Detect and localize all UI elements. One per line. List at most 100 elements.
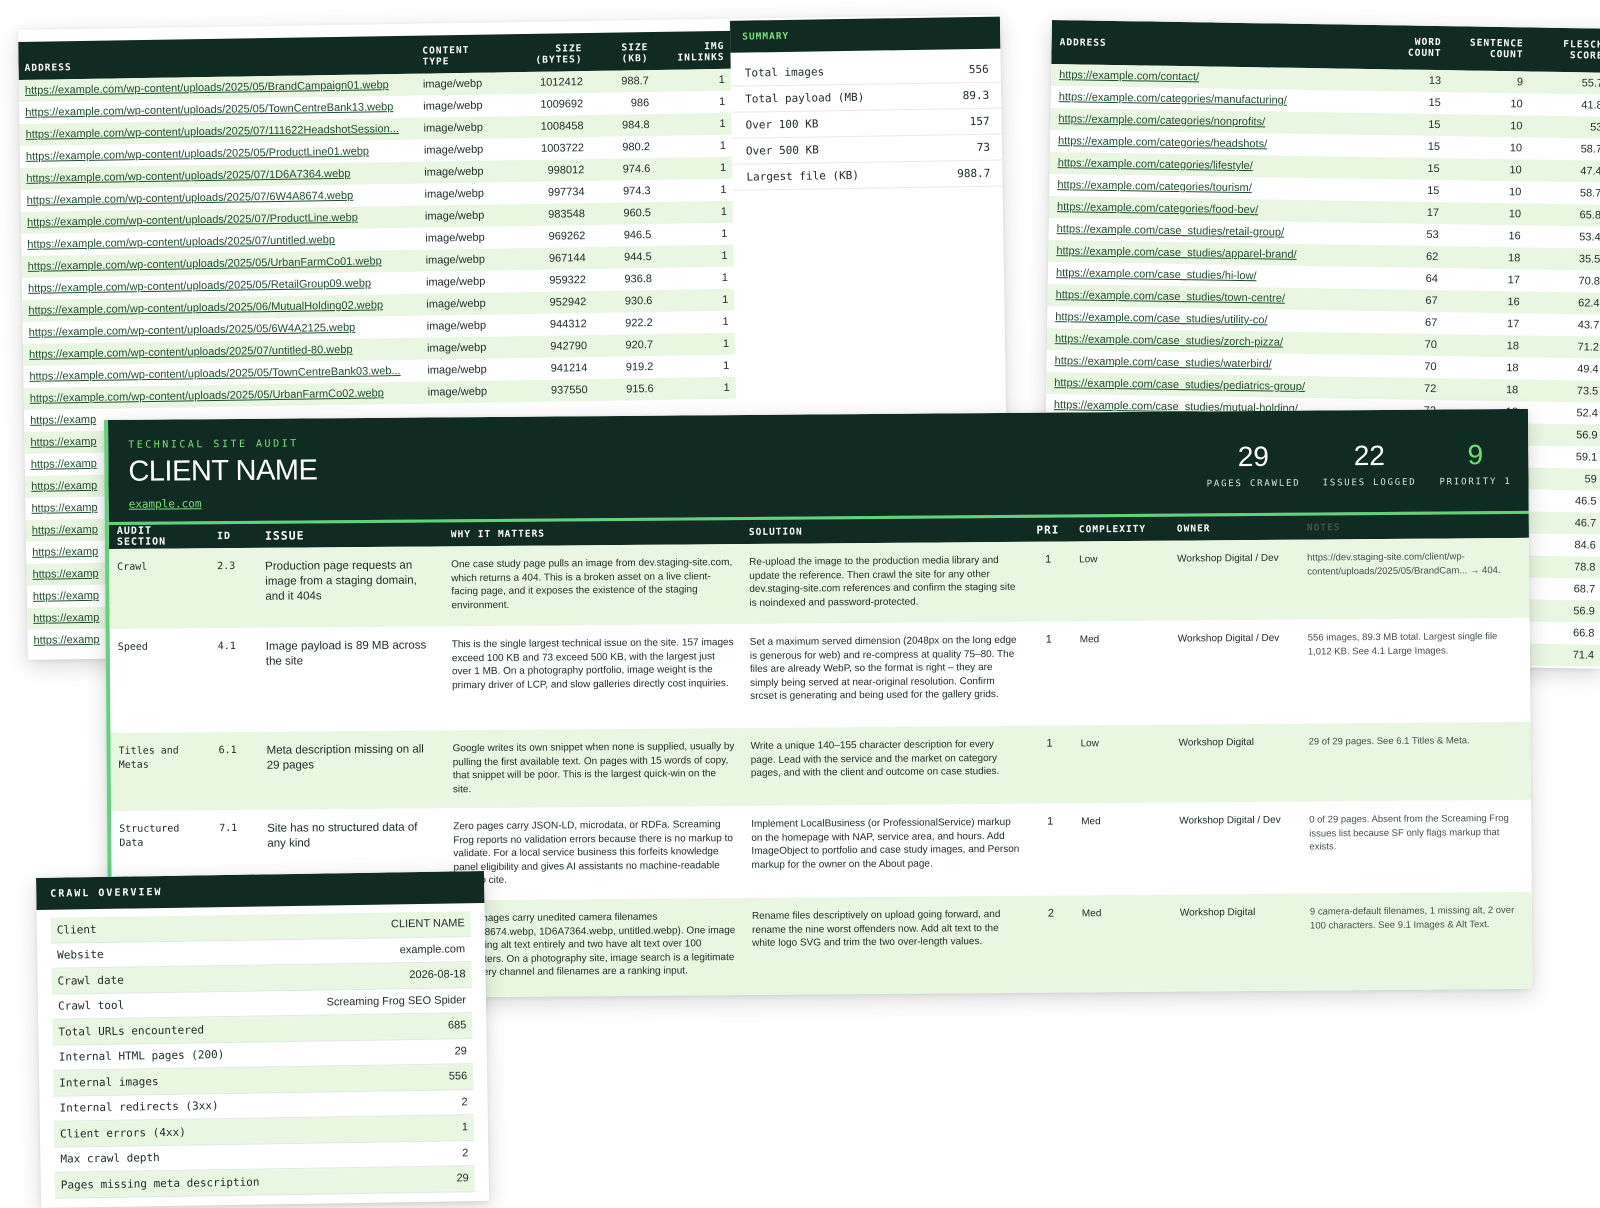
- image-address-link[interactable]: https://example.com/wp-content/uploads/2…: [20, 123, 418, 141]
- owner-cell: Workshop Digital / Dev: [1177, 552, 1279, 565]
- page-url[interactable]: https://example.com/categories/nonprofit…: [1058, 113, 1265, 128]
- page-address-link[interactable]: https://example.com/case_studies/utility…: [1047, 311, 1377, 328]
- page-address-link[interactable]: https://example.com/categories/food-bev/: [1049, 201, 1379, 218]
- page-url[interactable]: https://example.com/case_studies/pediatr…: [1054, 377, 1305, 393]
- image-address-link[interactable]: https://example.com/wp-content/uploads/2…: [19, 79, 417, 97]
- page-address-link[interactable]: https://example.com/contact/: [1051, 69, 1381, 86]
- page-url[interactable]: https://example.com/categories/headshots…: [1058, 135, 1267, 150]
- why-it-matters-cell: This is the single largest technical iss…: [451, 637, 734, 691]
- page-url[interactable]: https://example.com/case_studies/zorch-p…: [1055, 333, 1283, 349]
- page-url[interactable]: https://example.com/case_studies/utility…: [1055, 311, 1267, 326]
- overview-value: example.com: [399, 943, 466, 957]
- page-address-link[interactable]: https://example.com/case_studies/town-ce…: [1048, 289, 1378, 306]
- page-address-link[interactable]: https://example.com/case_studies/hi-low/: [1048, 267, 1378, 284]
- image-url[interactable]: https://example.com/wp-content/uploads/2…: [26, 146, 369, 163]
- size-kb-cell: 915.6: [626, 383, 654, 396]
- page-address-link[interactable]: https://example.com/categories/tourism/: [1049, 179, 1379, 196]
- page-address-link[interactable]: https://example.com/case_studies/apparel…: [1048, 245, 1378, 262]
- flesch-score-cell: 58.7: [1579, 187, 1600, 200]
- image-address-link[interactable]: https://example.com/wp-content/uploads/2…: [19, 101, 417, 119]
- page-address-link[interactable]: https://example.com/categories/manufactu…: [1051, 91, 1381, 108]
- image-address-link[interactable]: https://example.com/wp-content/uploads/2…: [23, 365, 421, 383]
- image-url[interactable]: https://example.com/wp-content/uploads/2…: [25, 101, 393, 119]
- image-url[interactable]: https://example.com/wp-content/uploads/2…: [29, 365, 400, 383]
- image-address-link[interactable]: https://example.com/wp-content/uploads/2…: [21, 233, 419, 251]
- image-url[interactable]: https://example.com/wp-content/uploads/2…: [26, 168, 350, 185]
- img-inlinks-cell: 1: [721, 271, 729, 284]
- audit-section-cell: Structured Data: [119, 823, 180, 849]
- page-url[interactable]: https://example.com/categories/lifestyle…: [1058, 157, 1253, 172]
- page-address-link[interactable]: https://example.com/case_studies/retail-…: [1049, 223, 1379, 240]
- image-url[interactable]: https://examp: [32, 524, 98, 537]
- page-address-link[interactable]: https://example.com/categories/headshots…: [1050, 135, 1380, 152]
- page-url[interactable]: https://example.com/case_studies/retail-…: [1057, 223, 1285, 239]
- image-url[interactable]: https://example.com/wp-content/uploads/2…: [27, 212, 358, 229]
- word-count-cell: 17: [1426, 206, 1440, 220]
- image-address-link[interactable]: https://example.com/wp-content/uploads/2…: [20, 167, 418, 185]
- image-address-link[interactable]: https://example.com/wp-content/uploads/2…: [22, 255, 420, 273]
- page-url[interactable]: https://example.com/case_studies/town-ce…: [1056, 289, 1285, 305]
- word-count-cell: 64: [1425, 272, 1439, 286]
- image-address-link[interactable]: https://example.com/wp-content/uploads/2…: [23, 343, 421, 361]
- image-url[interactable]: https://example.com/wp-content/uploads/2…: [29, 322, 356, 339]
- image-address-link[interactable]: https://example.com/wp-content/uploads/2…: [21, 211, 419, 229]
- page-address-link[interactable]: https://example.com/categories/lifestyle…: [1050, 157, 1380, 174]
- image-url[interactable]: https://examp: [30, 436, 96, 449]
- image-url[interactable]: https://examp: [32, 546, 98, 559]
- image-url[interactable]: https://example.com/wp-content/uploads/2…: [26, 123, 399, 141]
- word-count-cell: 72: [1423, 382, 1437, 396]
- image-address-link[interactable]: https://example.com/wp-content/uploads/2…: [22, 277, 420, 295]
- page-url[interactable]: https://example.com/categories/food-bev/: [1057, 201, 1258, 216]
- page-address-link[interactable]: https://example.com/case_studies/zorch-p…: [1047, 333, 1377, 350]
- size-kb-cell: 980.2: [622, 141, 651, 154]
- image-address-link[interactable]: https://example.com/wp-content/uploads/2…: [20, 145, 418, 163]
- image-url[interactable]: https://example.com/wp-content/uploads/2…: [25, 79, 389, 97]
- priority-cell: 1: [1047, 815, 1054, 828]
- image-url[interactable]: https://example.com/wp-content/uploads/2…: [29, 344, 353, 361]
- content-type-cell: image/webp: [423, 143, 484, 157]
- image-url[interactable]: https://examp: [31, 458, 97, 471]
- page-address-link[interactable]: https://example.com/categories/nonprofit…: [1050, 113, 1380, 130]
- sentence-count-cell: 10: [1509, 164, 1522, 177]
- image-url[interactable]: https://examp: [32, 568, 98, 581]
- image-address-link[interactable]: https://example.com/wp-content/uploads/2…: [22, 299, 420, 317]
- page-url[interactable]: https://example.com/case_studies/apparel…: [1056, 245, 1296, 261]
- image-url[interactable]: https://example.com/wp-content/uploads/2…: [28, 277, 371, 294]
- size-kb-cell: 986: [630, 97, 650, 110]
- image-url[interactable]: https://examp: [33, 590, 99, 603]
- image-url[interactable]: https://example.com/wp-content/uploads/2…: [28, 255, 382, 273]
- image-url[interactable]: https://example.com/wp-content/uploads/2…: [27, 234, 335, 251]
- image-url[interactable]: https://examp: [31, 480, 97, 493]
- image-url[interactable]: https://example.com/wp-content/uploads/2…: [28, 299, 383, 317]
- page-url[interactable]: https://example.com/case_studies/hi-low/: [1056, 267, 1257, 282]
- flesch-score-cell: 66.8: [1572, 627, 1595, 640]
- image-address-link[interactable]: https://example.com/wp-content/uploads/2…: [24, 387, 422, 405]
- page-url[interactable]: https://example.com/case_studies/waterbi…: [1055, 355, 1272, 370]
- size-kb-cell: 960.5: [623, 207, 652, 220]
- priority-cell: 1: [1045, 553, 1052, 566]
- image-url[interactable]: https://examp: [33, 612, 99, 625]
- overview-value: 2026-08-18: [409, 968, 466, 982]
- image-url[interactable]: https://examp: [30, 414, 96, 427]
- stat-value: 29: [1237, 440, 1270, 473]
- page-url[interactable]: https://example.com/contact/: [1059, 69, 1199, 83]
- page-url[interactable]: https://example.com/categories/manufactu…: [1059, 91, 1287, 107]
- page-url[interactable]: https://example.com/categories/tourism/: [1057, 179, 1252, 194]
- audit-kicker: TECHNICAL SITE AUDIT: [128, 438, 299, 451]
- word-count-cell: 67: [1424, 316, 1438, 330]
- page-address-link[interactable]: https://example.com/case_studies/waterbi…: [1047, 355, 1377, 372]
- image-url[interactable]: https://examp: [31, 502, 97, 515]
- image-url[interactable]: https://example.com/wp-content/uploads/2…: [30, 387, 384, 405]
- summary-value: 157: [969, 114, 990, 129]
- overview-value: 29: [456, 1172, 469, 1185]
- image-url[interactable]: https://examp: [34, 634, 100, 647]
- image-address-link[interactable]: https://example.com/wp-content/uploads/2…: [21, 189, 419, 207]
- audit-row: Titles and Metas 6.1 Meta description miss…: [110, 721, 1532, 811]
- page-address-link[interactable]: https://example.com/case_studies/pediatr…: [1046, 377, 1376, 394]
- flesch-score-cell: 59: [1584, 473, 1597, 486]
- content-type-cell: image/webp: [424, 187, 485, 201]
- image-url[interactable]: https://example.com/wp-content/uploads/2…: [27, 190, 354, 207]
- image-address-link[interactable]: https://example.com/wp-content/uploads/2…: [23, 321, 421, 339]
- priority-cell: 1: [1046, 737, 1053, 750]
- site-link[interactable]: example.com: [129, 497, 202, 511]
